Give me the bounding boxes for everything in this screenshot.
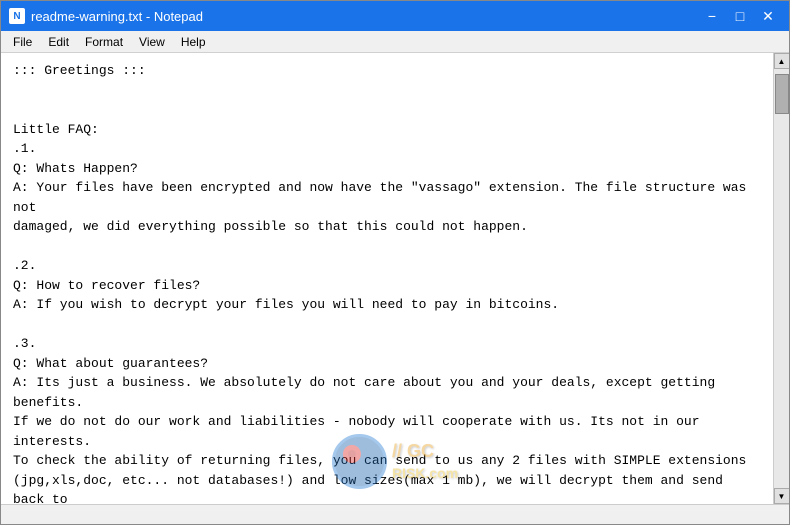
notepad-window: N readme-warning.txt - Notepad − □ ✕ Fil…: [0, 0, 790, 525]
scrollbar-thumb[interactable]: [775, 74, 789, 114]
content-area: ::: Greetings ::: Little FAQ: .1. Q: Wha…: [1, 53, 789, 504]
scrollbar-track[interactable]: [774, 69, 789, 488]
title-bar: N readme-warning.txt - Notepad − □ ✕: [1, 1, 789, 31]
menu-format[interactable]: Format: [77, 33, 131, 50]
menu-view[interactable]: View: [131, 33, 173, 50]
status-bar: [1, 504, 789, 524]
maximize-button[interactable]: □: [727, 6, 753, 26]
title-bar-left: N readme-warning.txt - Notepad: [9, 8, 203, 24]
scroll-down-button[interactable]: ▼: [774, 488, 790, 504]
title-bar-controls: − □ ✕: [699, 6, 781, 26]
text-editor[interactable]: ::: Greetings ::: Little FAQ: .1. Q: Wha…: [1, 53, 773, 504]
window-title: readme-warning.txt - Notepad: [31, 9, 203, 24]
close-button[interactable]: ✕: [755, 6, 781, 26]
menu-help[interactable]: Help: [173, 33, 214, 50]
scroll-up-button[interactable]: ▲: [774, 53, 790, 69]
menu-edit[interactable]: Edit: [40, 33, 77, 50]
menu-file[interactable]: File: [5, 33, 40, 50]
notepad-icon: N: [9, 8, 25, 24]
menu-bar: File Edit Format View Help: [1, 31, 789, 53]
scrollbar: ▲ ▼: [773, 53, 789, 504]
minimize-button[interactable]: −: [699, 6, 725, 26]
